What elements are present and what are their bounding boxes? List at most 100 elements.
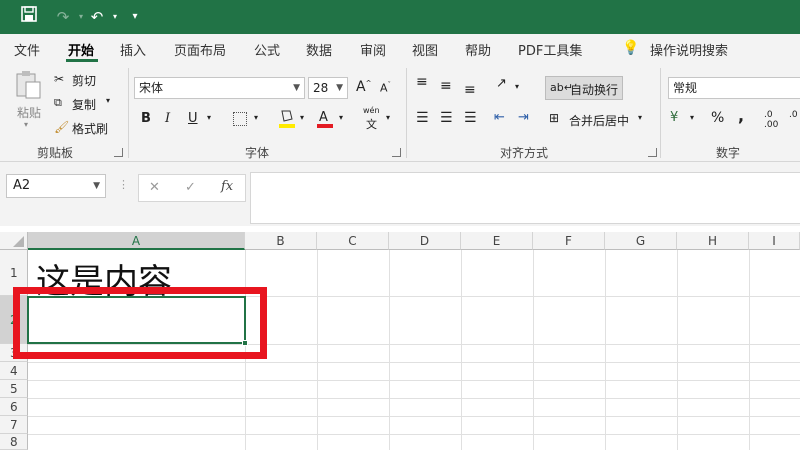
number-format-select[interactable]: 常规 [668, 77, 800, 99]
align-bottom-icon[interactable]: ≡ [464, 82, 476, 98]
chevron-down-icon[interactable]: ▾ [386, 113, 390, 122]
chevron-down-icon[interactable]: ▾ [207, 113, 211, 122]
decrease-indent-icon[interactable]: ⇤ [494, 110, 505, 125]
column-header-d[interactable]: D [389, 232, 461, 250]
clipboard-group-label: 剪贴板 [37, 146, 74, 160]
tab-insert[interactable]: 插入 [120, 40, 146, 59]
grid-line [749, 250, 750, 450]
tab-page-layout[interactable]: 页面布局 [174, 40, 226, 59]
phonetic-guide-button[interactable]: wén [363, 106, 380, 115]
grid-line [28, 416, 800, 417]
bold-button[interactable]: B [141, 111, 151, 126]
number-format-value: 常规 [673, 81, 698, 95]
align-middle-icon[interactable]: ≡ [440, 78, 452, 94]
alignment-launcher[interactable] [648, 148, 657, 157]
tab-pdf-tools[interactable]: PDF工具集 [518, 40, 582, 59]
grid-line [28, 398, 800, 399]
align-right-icon[interactable]: ☰ [464, 110, 477, 126]
clipboard-launcher[interactable] [114, 148, 123, 157]
align-center-icon[interactable]: ☰ [440, 110, 453, 126]
row-header-4[interactable]: 4 [0, 362, 28, 380]
font-name-select[interactable]: 宋体 ▼ [134, 77, 305, 99]
wrap-text-label: 自动换行 [570, 83, 619, 97]
formula-input[interactable] [250, 172, 800, 224]
paste-button[interactable]: 粘贴 [17, 104, 41, 121]
column-header-b[interactable]: B [245, 232, 317, 250]
title-bar: ↷ ▾ ↶ ▾ ▾ [0, 0, 800, 34]
formula-buttons: ✕ ✓ fx [138, 174, 246, 202]
fill-color-icon[interactable] [278, 108, 296, 130]
chevron-down-icon[interactable]: ▾ [339, 113, 343, 122]
column-header-f[interactable]: F [533, 232, 605, 250]
comma-style-button[interactable]: , [738, 106, 744, 125]
tab-home[interactable]: 开始 [68, 40, 94, 59]
column-header-a[interactable]: A [28, 232, 245, 250]
tab-help[interactable]: 帮助 [465, 40, 491, 59]
font-size-select[interactable]: 28 ▼ [308, 77, 348, 99]
chevron-down-icon[interactable]: ▼ [93, 175, 100, 197]
italic-button[interactable]: I [165, 111, 170, 126]
tab-view[interactable]: 视图 [412, 40, 438, 59]
merge-center-button[interactable]: 合并后居中 [569, 112, 629, 129]
save-icon[interactable] [18, 6, 40, 28]
chevron-down-icon[interactable]: ▾ [254, 113, 258, 122]
percent-button[interactable]: % [711, 110, 724, 126]
tell-me-search[interactable]: 操作说明搜索 [650, 40, 728, 59]
decrease-decimal-icon[interactable]: .0 [789, 110, 798, 120]
chevron-down-icon[interactable]: ▾ [24, 120, 28, 129]
customize-toolbar-button[interactable]: ▾ [124, 6, 146, 28]
copy-button[interactable]: 复制 [72, 96, 96, 113]
grid-line [317, 250, 318, 450]
cancel-icon[interactable]: ✕ [149, 180, 160, 195]
grid-line [677, 250, 678, 450]
formula-bar: A2 ▼ ⋮ ✕ ✓ fx [0, 162, 800, 226]
increase-decimal-icon[interactable]: .0.00 [764, 110, 778, 130]
row-header-8[interactable]: 8 [0, 434, 28, 450]
tab-file[interactable]: 文件 [14, 40, 40, 59]
cut-icon[interactable]: ✂ [54, 72, 64, 86]
copy-icon[interactable]: ⧉ [54, 96, 62, 110]
number-group-label: 数字 [716, 146, 741, 160]
chevron-down-icon[interactable]: ▾ [104, 6, 126, 28]
merge-center-icon[interactable]: ⊞ [549, 111, 559, 125]
chevron-down-icon[interactable]: ▾ [690, 113, 694, 122]
format-painter-button[interactable]: 格式刷 [72, 120, 108, 137]
orientation-icon[interactable]: ↗ [496, 76, 507, 91]
tab-review[interactable]: 审阅 [360, 40, 386, 59]
column-header-h[interactable]: H [677, 232, 749, 250]
chevron-down-icon[interactable]: ▾ [106, 96, 110, 105]
font-launcher[interactable] [392, 148, 401, 157]
row-header-6[interactable]: 6 [0, 398, 28, 416]
chevron-down-icon[interactable]: ▾ [515, 82, 519, 91]
align-top-icon[interactable]: ≡ [416, 74, 428, 90]
chevron-down-icon[interactable]: ▾ [300, 113, 304, 122]
cut-button[interactable]: 剪切 [72, 72, 96, 89]
borders-icon[interactable] [233, 112, 247, 126]
row-header-7[interactable]: 7 [0, 416, 28, 434]
name-box[interactable]: A2 ▼ [6, 174, 106, 198]
font-color-icon[interactable]: A [316, 108, 334, 130]
column-header-g[interactable]: G [605, 232, 677, 250]
align-left-icon[interactable]: ☰ [416, 110, 429, 126]
currency-icon[interactable]: ¥ [670, 110, 678, 125]
chevron-down-icon[interactable]: ▾ [638, 113, 642, 122]
column-header-c[interactable]: C [317, 232, 389, 250]
underline-button[interactable]: U [188, 111, 198, 126]
increase-font-icon[interactable]: A^ [356, 79, 371, 95]
grid-line [605, 250, 606, 450]
enter-icon[interactable]: ✓ [185, 180, 196, 195]
grid-line [28, 434, 800, 435]
wrap-text-button[interactable]: ab↵ 自动换行 [545, 76, 623, 100]
paste-icon[interactable] [14, 70, 44, 100]
increase-indent-icon[interactable]: ⇥ [518, 110, 529, 125]
tab-formulas[interactable]: 公式 [254, 40, 280, 59]
tab-data[interactable]: 数据 [306, 40, 332, 59]
column-header-e[interactable]: E [461, 232, 533, 250]
insert-function-button[interactable]: fx [221, 179, 233, 194]
decrease-font-icon[interactable]: Aˇ [380, 81, 391, 95]
select-all-corner[interactable] [0, 232, 28, 250]
highlight-box [13, 287, 267, 359]
row-header-5[interactable]: 5 [0, 380, 28, 398]
column-header-i[interactable]: I [749, 232, 800, 250]
format-painter-icon[interactable]: 🖌 [54, 120, 69, 134]
